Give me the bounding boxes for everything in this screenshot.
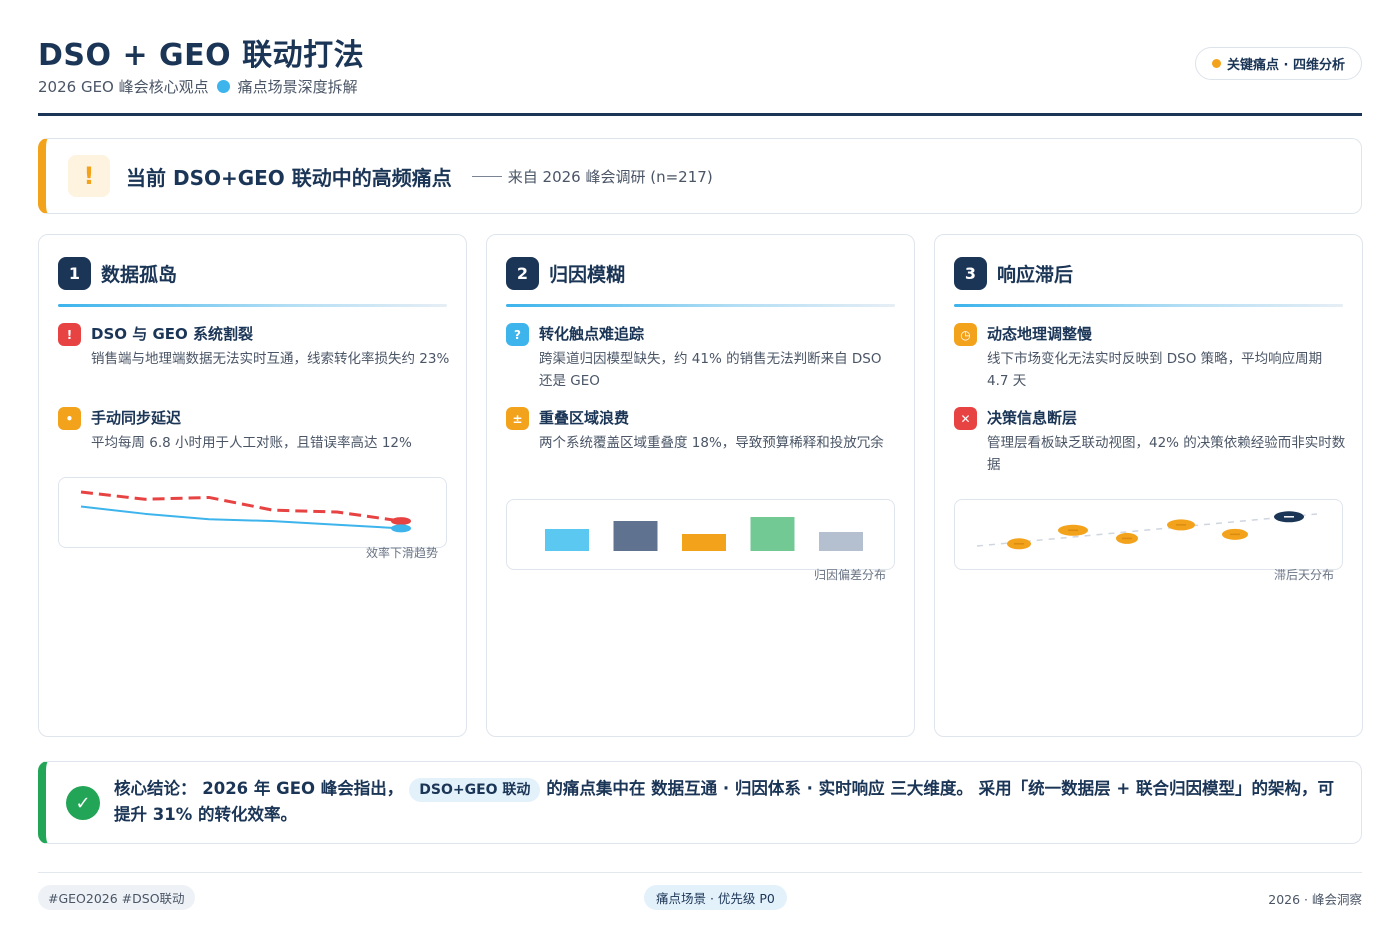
warning-icon: ! bbox=[68, 155, 110, 197]
dot-icon bbox=[1212, 59, 1221, 68]
conclusion-text: 核心结论： 2026 年 GEO 峰会指出， DSO+GEO 联动 的痛点集中在 数… bbox=[114, 776, 1344, 828]
efficiency-trend-chart bbox=[58, 477, 447, 548]
conclusion-part1: 核心结论： 2026 年 GEO 峰会指出， bbox=[114, 779, 404, 798]
pain-card-data-silo: 1 数据孤岛 ! DSO 与 GEO 系统割裂 销售端与地理端数据无法实时互通，… bbox=[38, 234, 467, 737]
pain-item-desc: 销售端与地理端数据无法实时互通，线索转化率损失约 23% bbox=[91, 351, 450, 367]
card-divider bbox=[954, 304, 1343, 307]
bar-2 bbox=[613, 521, 658, 551]
card-title: 响应滞后 bbox=[997, 264, 1074, 286]
bar-4 bbox=[750, 517, 795, 551]
header-badge: 关键痛点 · 四维分析 bbox=[1195, 47, 1362, 80]
pain-card-attribution: 2 归因模糊 ? 转化触点难追踪 跨渠道归因模型缺失，约 41% 的销售无法判断… bbox=[486, 234, 915, 737]
pain-item-title: 转化触点难追踪 bbox=[539, 325, 645, 343]
bar-chart-svg bbox=[545, 517, 863, 551]
chart-caption: 归因偏差分布 bbox=[813, 568, 886, 582]
footer-divider bbox=[38, 872, 1362, 873]
page-title: DSO + GEO 联动打法 bbox=[38, 38, 365, 73]
footer-priority-badge: 痛点场景 · 优先级 P0 bbox=[644, 885, 787, 910]
plus-minus-icon: ± bbox=[506, 407, 529, 430]
card-number: 3 bbox=[954, 257, 987, 290]
question-icon: ? bbox=[506, 323, 529, 346]
dot-icon bbox=[216, 80, 230, 93]
bar-1 bbox=[545, 529, 589, 551]
pain-item-desc: 跨渠道归因模型缺失，约 41% 的销售无法判断来自 DSO 还是 GEO bbox=[539, 351, 882, 389]
header-badge-label: 关键痛点 · 四维分析 bbox=[1227, 58, 1345, 73]
pain-item-desc: 线下市场变化无法实时反映到 DSO 策略，平均响应周期 4.7 天 bbox=[987, 351, 1323, 389]
card-title: 数据孤岛 bbox=[101, 264, 178, 286]
card-divider bbox=[506, 304, 895, 307]
subtitle-left: 2026 GEO 峰会核心观点 bbox=[38, 78, 209, 96]
bar-3 bbox=[682, 534, 726, 551]
conclusion-banner: ✓ 核心结论： 2026 年 GEO 峰会指出， DSO+GEO 联动 的痛点集中在… bbox=[38, 761, 1362, 844]
footer-tags: #GEO2026 #DSO联动 bbox=[38, 885, 195, 910]
trend-chart-svg bbox=[80, 490, 411, 533]
trend-line-2 bbox=[80, 505, 402, 530]
lag-days-chart bbox=[954, 499, 1343, 570]
card-header: 2 归因模糊 bbox=[506, 257, 625, 290]
alert-banner: ! 当前 DSO+GEO 联动中的高频痛点 来自 2026 峰会调研 (n=21… bbox=[38, 138, 1362, 214]
pain-item-title: 重叠区域浪费 bbox=[539, 409, 630, 427]
conclusion-pill: DSO+GEO 联动 bbox=[409, 778, 541, 802]
header-divider bbox=[38, 113, 1362, 116]
card-title: 归因模糊 bbox=[549, 264, 626, 286]
close-icon: ✕ bbox=[954, 407, 977, 430]
trend-endpoint-2 bbox=[391, 524, 411, 533]
page-subtitle: 2026 GEO 峰会核心观点 痛点场景深度拆解 bbox=[38, 76, 358, 97]
card-number: 2 bbox=[506, 257, 539, 290]
subtitle-right: 痛点场景深度拆解 bbox=[237, 78, 358, 96]
pain-card-response-lag: 3 响应滞后 ◷ 动态地理调整慢 线下市场变化无法实时反映到 DSO 策略，平均… bbox=[934, 234, 1363, 737]
alert-icon: ! bbox=[58, 323, 81, 346]
card-header: 1 数据孤岛 bbox=[58, 257, 177, 290]
card-number: 1 bbox=[58, 257, 91, 290]
footer-right: 2026 · 峰会洞察 bbox=[1268, 892, 1362, 907]
scatter-chart-svg bbox=[976, 511, 1318, 550]
dot-icon: • bbox=[58, 407, 81, 430]
trend-line-1 bbox=[80, 490, 402, 523]
alert-source: 来自 2026 峰会调研 (n=217) bbox=[507, 167, 713, 186]
chart-caption: 效率下滑趋势 bbox=[365, 546, 438, 560]
clock-icon: ◷ bbox=[954, 323, 977, 346]
card-divider bbox=[58, 304, 447, 307]
card-header: 3 响应滞后 bbox=[954, 257, 1073, 290]
pain-item-title: 决策信息断层 bbox=[987, 409, 1078, 427]
pain-item-title: 动态地理调整慢 bbox=[987, 325, 1093, 343]
check-icon: ✓ bbox=[66, 786, 100, 820]
chart-caption: 滞后天分布 bbox=[1273, 568, 1334, 582]
pain-item-desc: 管理层看板缺乏联动视图，42% 的决策依赖经验而非实时数据 bbox=[987, 435, 1346, 473]
pain-item-title: 手动同步延迟 bbox=[91, 409, 182, 427]
dash-divider bbox=[471, 175, 502, 177]
alert-title: 当前 DSO+GEO 联动中的高频痛点 bbox=[126, 165, 452, 190]
pain-item-title: DSO 与 GEO 系统割裂 bbox=[91, 325, 253, 343]
pain-item-desc: 平均每周 6.8 小时用于人工对账，且错误率高达 12% bbox=[91, 435, 412, 451]
attribution-bias-chart bbox=[506, 499, 895, 570]
trend-endpoint-1 bbox=[391, 517, 411, 526]
bar-5 bbox=[819, 532, 863, 551]
pain-item-desc: 两个系统覆盖区域重叠度 18%，导致预算稀释和投放冗余 bbox=[539, 435, 884, 451]
